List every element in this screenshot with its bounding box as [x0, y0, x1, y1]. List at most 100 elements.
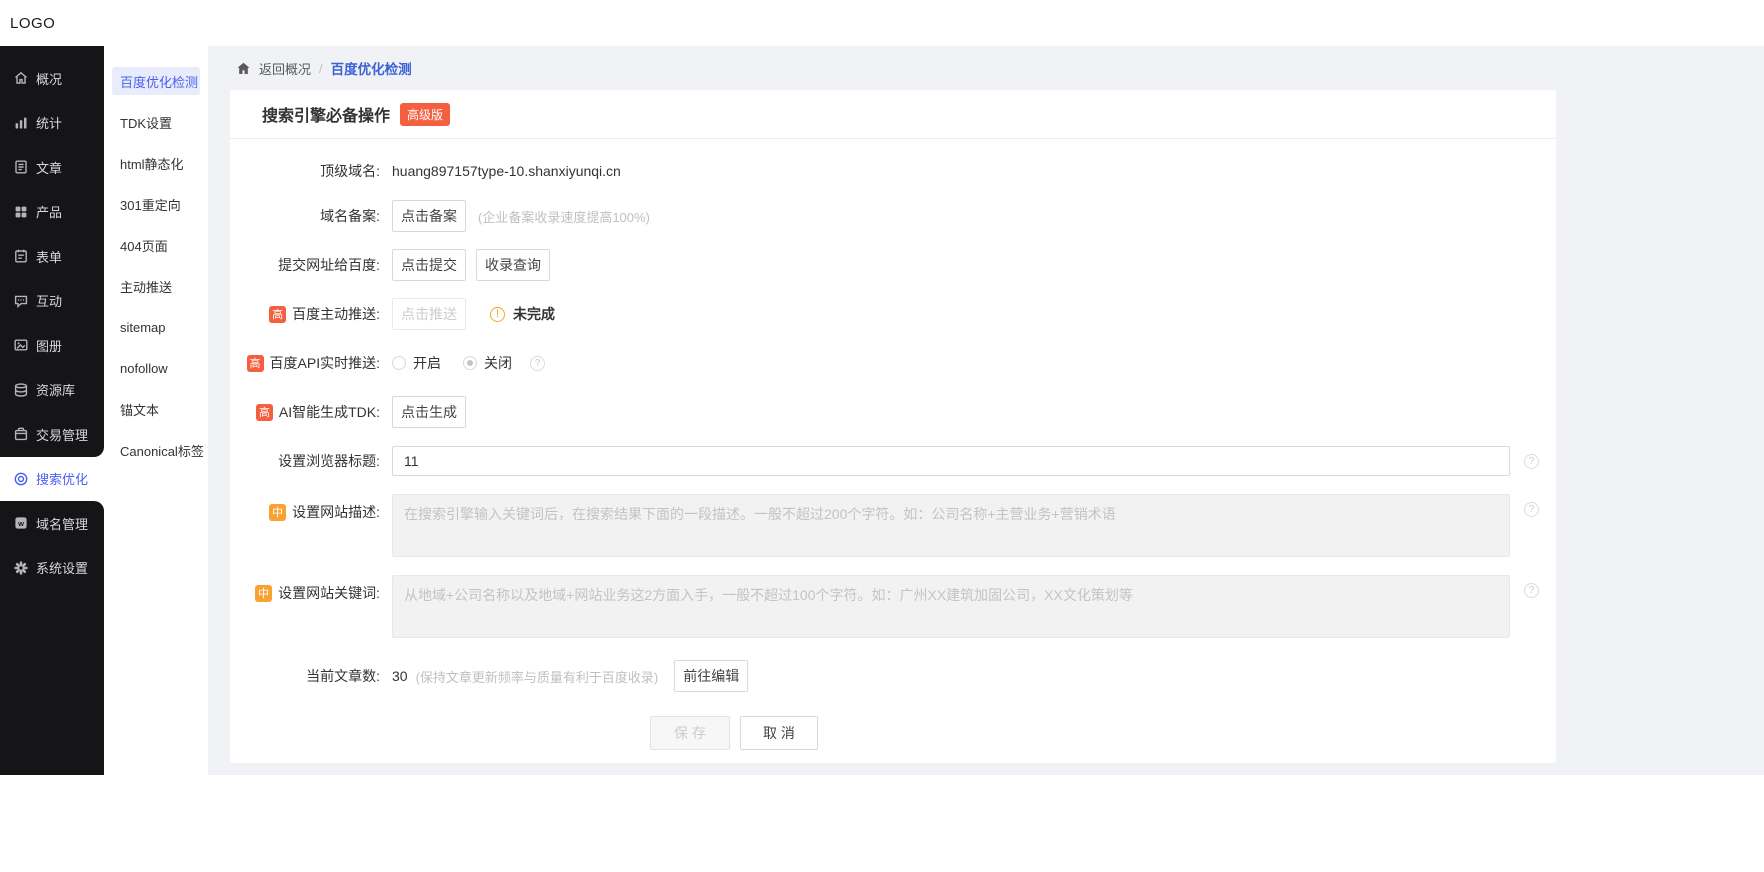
field-label: 提交网址给百度: — [278, 255, 380, 275]
submenu-item-html-static[interactable]: html静态化 — [104, 143, 208, 184]
breadcrumb-current[interactable]: 百度优化检测 — [331, 58, 412, 78]
row-domain-beian: 域名备案: 点击备案 (企业备案收录速度提高100%) — [230, 200, 1556, 232]
high-level-badge: 高 — [269, 306, 286, 323]
home-icon — [13, 70, 29, 86]
sidebar-item-label: 交易管理 — [36, 425, 88, 444]
sidebar-item-label: 统计 — [36, 113, 62, 132]
sidebar-item-label: 资源库 — [36, 380, 75, 399]
field-label: 域名备案: — [320, 206, 380, 226]
field-label: 百度API实时推送: — [270, 353, 380, 373]
sidebar-item-label: 域名管理 — [36, 514, 88, 533]
radio-label: 关闭 — [484, 353, 512, 373]
help-icon[interactable] — [530, 356, 545, 371]
high-level-badge: 高 — [256, 404, 273, 421]
submenu-item-anchor[interactable]: 锚文本 — [104, 389, 208, 430]
secondary-sidebar: 百度优化检测 TDK设置 html静态化 301重定向 404页面 主动推送 s… — [104, 46, 208, 775]
row-browser-title: 设置浏览器标题: — [230, 445, 1556, 477]
sidebar-item-stats[interactable]: 统计 — [0, 101, 104, 146]
api-push-off-radio[interactable]: 关闭 — [463, 353, 512, 373]
seo-icon — [13, 471, 29, 487]
submenu-item-tdk[interactable]: TDK设置 — [104, 102, 208, 143]
go-edit-button[interactable]: 前往编辑 — [674, 660, 748, 692]
sidebar-item-library[interactable]: 资源库 — [0, 368, 104, 413]
browser-title-input[interactable] — [392, 446, 1510, 476]
submenu-item-canonical[interactable]: Canonical标签 — [104, 430, 208, 471]
breadcrumb-separator: / — [319, 61, 323, 76]
field-label: 设置网站描述: — [292, 502, 380, 522]
row-top-domain: 顶级域名: huang897157type-10.shanxiyunqi.cn — [230, 159, 1556, 183]
push-button-disabled[interactable]: 点击推送 — [392, 298, 466, 330]
top-header: LOGO — [0, 0, 1764, 46]
top-domain-value: huang897157type-10.shanxiyunqi.cn — [392, 163, 621, 179]
submenu-item-baidu-check[interactable]: 百度优化检测 — [112, 67, 200, 95]
gallery-icon — [13, 337, 29, 353]
submenu-item-active-push[interactable]: 主动推送 — [104, 266, 208, 307]
site-keywords-textarea[interactable] — [392, 575, 1510, 638]
row-active-push: 高 百度主动推送: 点击推送 未完成 — [230, 298, 1556, 330]
settings-icon — [13, 560, 29, 576]
logo[interactable]: LOGO — [10, 15, 55, 32]
field-label: 设置浏览器标题: — [278, 451, 380, 471]
push-status: 未完成 — [513, 304, 555, 324]
sidebar-item-domains[interactable]: w 域名管理 — [0, 501, 104, 546]
domain-icon: w — [13, 515, 29, 531]
breadcrumb: 返回概况 / 百度优化检测 — [208, 46, 1764, 90]
article-count-note: (保持文章更新频率与质量有利于百度收录) — [416, 667, 659, 686]
sidebar-item-articles[interactable]: 文章 — [0, 145, 104, 190]
submenu-item-sitemap[interactable]: sitemap — [104, 307, 208, 348]
sidebar-item-label: 搜索优化 — [36, 469, 88, 488]
sidebar-item-label: 表单 — [36, 247, 62, 266]
save-button[interactable]: 保 存 — [650, 716, 730, 750]
submenu-item-404[interactable]: 404页面 — [104, 225, 208, 266]
sidebar-item-label: 系统设置 — [36, 558, 88, 577]
beian-button[interactable]: 点击备案 — [392, 200, 466, 232]
sidebar-item-forms[interactable]: 表单 — [0, 234, 104, 279]
mid-level-badge: 中 — [255, 585, 272, 602]
sidebar-item-label: 产品 — [36, 202, 62, 221]
sidebar-item-gallery[interactable]: 图册 — [0, 323, 104, 368]
home-icon[interactable] — [236, 61, 251, 76]
radio-label: 开启 — [413, 353, 441, 373]
main-content: 返回概况 / 百度优化检测 搜索引擎必备操作 高级版 顶级域名: huang89… — [208, 46, 1764, 775]
sidebar-item-products[interactable]: 产品 — [0, 190, 104, 235]
cancel-button[interactable]: 取 消 — [740, 716, 818, 750]
row-article-count: 当前文章数: 30 (保持文章更新频率与质量有利于百度收录) 前往编辑 — [230, 660, 1556, 692]
stats-icon — [13, 115, 29, 131]
sidebar-item-trade[interactable]: 交易管理 — [0, 412, 104, 457]
field-label: AI智能生成TDK: — [279, 402, 380, 422]
site-description-textarea[interactable] — [392, 494, 1510, 557]
mid-level-badge: 中 — [269, 504, 286, 521]
trade-icon — [13, 426, 29, 442]
sidebar-item-overview[interactable]: 概况 — [0, 56, 104, 101]
breadcrumb-back-link[interactable]: 返回概况 — [259, 59, 311, 78]
help-icon[interactable] — [1524, 502, 1539, 517]
field-label: 设置网站关键词: — [278, 583, 380, 603]
row-site-keywords: 中 设置网站关键词: — [230, 575, 1556, 638]
primary-sidebar: 概况 统计 文章 — [0, 46, 104, 775]
sidebar-item-settings[interactable]: 系统设置 — [0, 546, 104, 591]
row-actions: 保 存 取 消 — [230, 716, 1556, 750]
library-icon — [13, 382, 29, 398]
forms-icon — [13, 248, 29, 264]
app-window: LOGO 概况 统计 — [0, 0, 1764, 775]
page-title: 搜索引擎必备操作 — [262, 102, 390, 126]
submenu-item-nofollow[interactable]: nofollow — [104, 348, 208, 389]
sidebar-block-top: 概况 统计 文章 — [0, 46, 104, 457]
field-label: 当前文章数: — [306, 666, 380, 686]
beian-note: (企业备案收录速度提高100%) — [478, 207, 650, 226]
row-submit-url: 提交网址给百度: 点击提交 收录查询 — [230, 249, 1556, 281]
index-query-button[interactable]: 收录查询 — [476, 249, 550, 281]
submit-url-button[interactable]: 点击提交 — [392, 249, 466, 281]
sidebar-item-seo[interactable]: 搜索优化 — [0, 457, 104, 502]
sidebar-item-label: 互动 — [36, 291, 62, 310]
api-push-on-radio[interactable]: 开启 — [392, 353, 441, 373]
submenu-item-301[interactable]: 301重定向 — [104, 184, 208, 225]
card-header: 搜索引擎必备操作 高级版 — [230, 90, 1556, 139]
help-icon[interactable] — [1524, 454, 1539, 469]
ai-generate-button[interactable]: 点击生成 — [392, 396, 466, 428]
seo-form: 顶级域名: huang897157type-10.shanxiyunqi.cn … — [230, 139, 1556, 750]
sidebar-item-interaction[interactable]: 互动 — [0, 279, 104, 324]
high-level-badge: 高 — [247, 355, 264, 372]
help-icon[interactable] — [1524, 583, 1539, 598]
radio-circle-checked-icon — [463, 356, 477, 370]
